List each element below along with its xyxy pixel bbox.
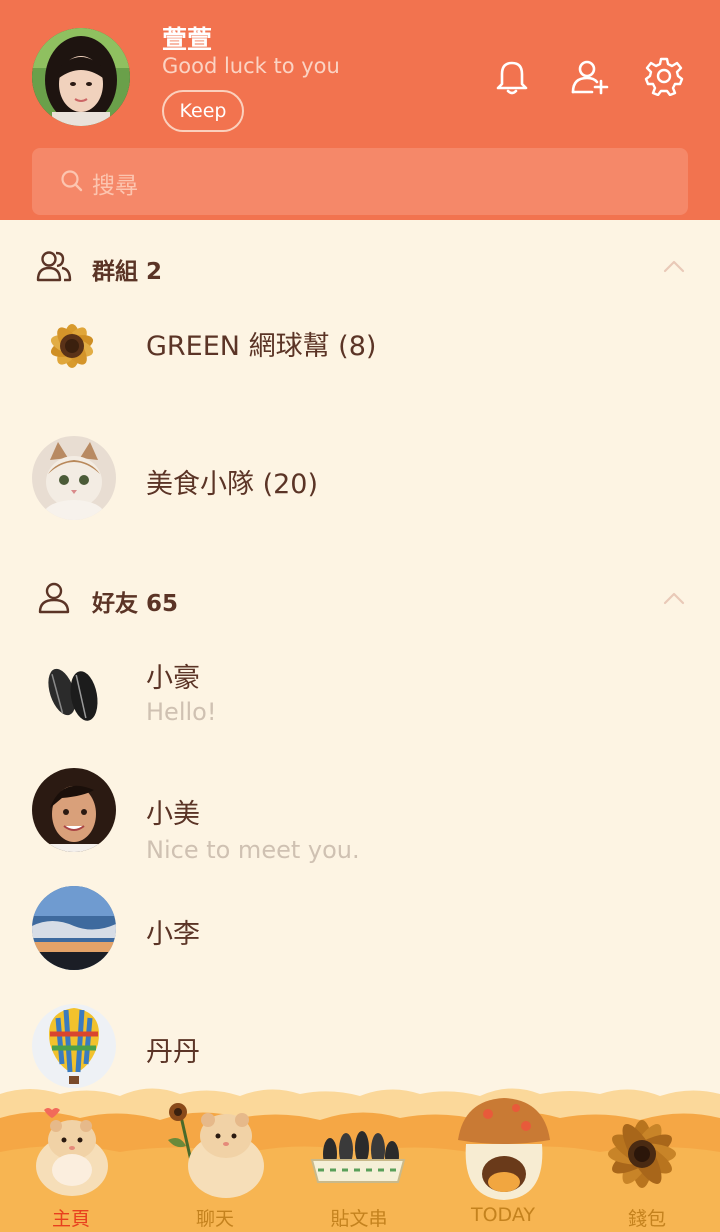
profile-name: 萱萱 xyxy=(162,25,213,54)
group-name: 美食小隊 (20) xyxy=(146,469,319,500)
list-item[interactable]: 小美 Nice to meet you. xyxy=(0,768,720,868)
chevron-up-icon[interactable] xyxy=(662,256,686,276)
profile-status: Good luck to you xyxy=(162,54,340,78)
friends-section-header[interactable]: 好友 65 xyxy=(0,568,720,628)
friend-name: 丹丹 xyxy=(146,1037,200,1068)
list-item[interactable]: 美食小隊 (20) xyxy=(0,436,720,536)
profile-header: 萱萱 Good luck to you Keep 搜尋 xyxy=(0,0,720,220)
today-mushroom-icon[interactable] xyxy=(452,1094,556,1206)
home-hamster-icon[interactable] xyxy=(26,1104,116,1202)
search-icon xyxy=(61,170,83,192)
add-friend-icon[interactable] xyxy=(570,56,610,96)
search-placeholder: 搜尋 xyxy=(92,173,138,199)
settings-gear-icon[interactable] xyxy=(644,56,684,96)
nav-wallet-label[interactable]: 錢包 xyxy=(587,1204,707,1231)
groups-section-header[interactable]: 群組 2 xyxy=(0,236,720,296)
friend-name: 小美 xyxy=(146,799,200,830)
list-item[interactable]: 小李 xyxy=(0,886,720,986)
list-item[interactable]: GREEN 網球幫 (8) xyxy=(0,300,720,400)
nav-chat-label[interactable]: 聊天 xyxy=(155,1204,275,1231)
bottom-nav: 主頁 聊天 貼文串 TODAY 錢包 xyxy=(0,1082,720,1232)
sky-avatar xyxy=(32,886,116,970)
search-input[interactable]: 搜尋 xyxy=(32,148,688,215)
woman-avatar xyxy=(32,768,116,852)
chat-hamster-icon[interactable] xyxy=(160,1100,270,1204)
wallet-sunflower-icon[interactable] xyxy=(590,1110,694,1198)
nav-timeline-label[interactable]: 貼文串 xyxy=(299,1204,419,1231)
cat-avatar xyxy=(32,436,116,520)
friend-status: Hello! xyxy=(146,698,217,726)
nav-home-label[interactable]: 主頁 xyxy=(11,1204,131,1231)
group-name: GREEN 網球幫 (8) xyxy=(146,331,377,362)
friend-name: 小豪 xyxy=(146,663,200,694)
friend-name: 小李 xyxy=(146,919,200,950)
list-item[interactable]: 小豪 Hello! xyxy=(0,650,720,750)
keep-button[interactable]: Keep xyxy=(162,90,244,132)
group-icon xyxy=(36,251,72,282)
sunflower-avatar xyxy=(32,300,116,384)
bell-icon[interactable] xyxy=(492,56,532,96)
nav-today-label[interactable]: TODAY xyxy=(443,1204,563,1226)
friend-status: Nice to meet you. xyxy=(146,836,360,864)
seeds-avatar xyxy=(32,650,116,734)
groups-title: 群組 2 xyxy=(92,259,163,285)
friend-icon xyxy=(38,582,70,614)
timeline-seeds-icon[interactable] xyxy=(308,1130,408,1190)
profile-avatar[interactable] xyxy=(32,28,130,126)
friends-title: 好友 65 xyxy=(92,591,179,617)
chevron-up-icon[interactable] xyxy=(662,588,686,608)
balloon-avatar xyxy=(32,1004,116,1088)
